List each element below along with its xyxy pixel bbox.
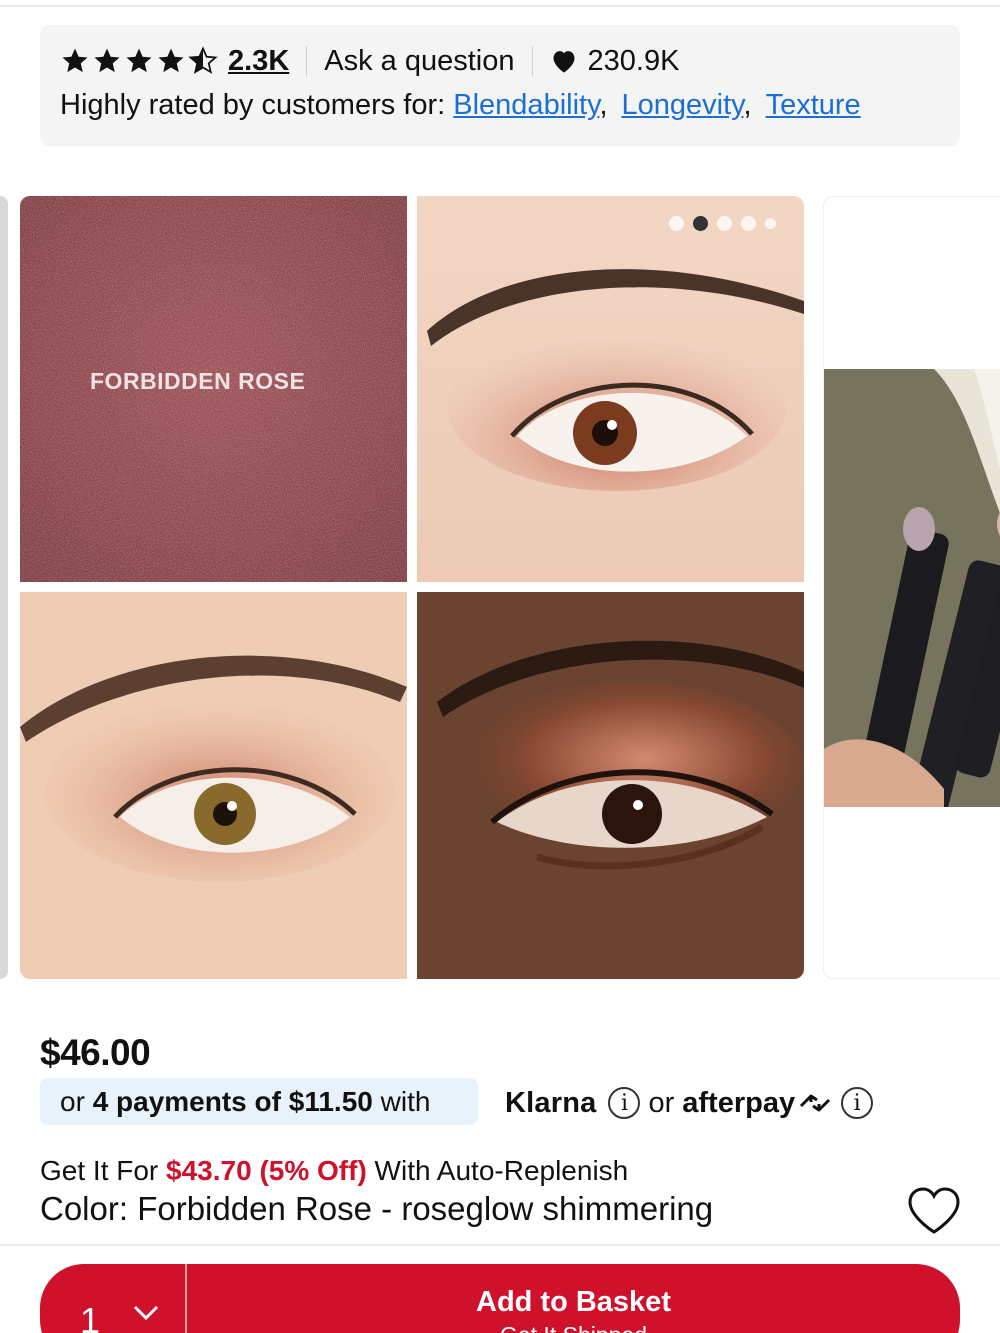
installment-suffix: with	[372, 1086, 431, 1117]
afterpay-logo: afterpay	[682, 1086, 796, 1119]
highly-rated-label: Highly rated by customers for:	[60, 89, 446, 121]
attribute-link-longevity[interactable]: Longevity	[622, 89, 744, 121]
replenish-prefix: Get It For	[40, 1155, 167, 1186]
product-sticks-image	[824, 369, 1000, 807]
pagination-dot-active[interactable]	[693, 216, 708, 231]
separator: ,	[743, 89, 752, 121]
installment-amount: 4 payments of $11.50	[92, 1086, 373, 1117]
next-slide-peek[interactable]	[823, 196, 1000, 979]
loves-count: 230.9K	[587, 44, 680, 77]
payment-options: Klarna i or afterpay i	[505, 1082, 881, 1124]
product-price: $46.00	[40, 1032, 151, 1073]
installment-prefix: or	[60, 1086, 93, 1117]
divider	[531, 46, 533, 76]
sticky-bar-divider	[0, 1244, 1000, 1246]
add-to-basket-button[interactable]: Add to Basket	[187, 1286, 960, 1319]
selected-color-label: Color: Forbidden Rose - roseglow shimmer…	[40, 1190, 714, 1227]
quantity-select[interactable]: 1	[40, 1264, 185, 1333]
auto-replenish-line[interactable]: Get It For $43.70 (5% Off) With Auto-Rep…	[40, 1155, 628, 1187]
separator: ,	[599, 89, 608, 121]
swatch-label: FORBIDDEN ROSE	[90, 368, 306, 394]
rating-row: 2.3K Ask a question 230.9K	[60, 41, 679, 81]
shipping-sublabel: Get It Shipped	[187, 1322, 960, 1333]
star-icon	[158, 48, 184, 73]
star-icon	[94, 48, 120, 73]
replenish-suffix: With Auto-Replenish	[366, 1155, 629, 1186]
chevron-down-icon	[133, 1305, 159, 1321]
product-image-slide[interactable]: FORBIDDEN ROSE	[20, 196, 804, 979]
previous-slide-peek[interactable]	[0, 196, 8, 979]
quantity-value: 1	[80, 1300, 101, 1333]
star-half-icon	[188, 46, 218, 74]
top-divider	[0, 5, 1000, 7]
ask-question-link[interactable]: Ask a question	[324, 45, 514, 78]
product-image-carousel[interactable]: FORBIDDEN ROSE	[0, 196, 1000, 979]
replenish-price: $43.70 (5% Off)	[166, 1155, 367, 1186]
eye-look-image	[417, 196, 804, 582]
eye-look-image	[417, 592, 804, 979]
pagination-dot[interactable]	[765, 218, 776, 229]
heart-outline-icon[interactable]	[906, 1186, 962, 1236]
divider	[306, 46, 308, 76]
heart-icon[interactable]	[550, 48, 578, 74]
carousel-pagination[interactable]	[669, 216, 776, 231]
afterpay-arrows-icon	[800, 1094, 831, 1112]
pagination-dot[interactable]	[669, 216, 684, 231]
klarna-logo: Klarna	[505, 1086, 597, 1119]
info-icon[interactable]: i	[608, 1087, 641, 1119]
highly-rated-row: Highly rated by customers for: Blendabil…	[60, 89, 861, 122]
star-icon	[126, 48, 152, 73]
info-icon[interactable]: i	[841, 1087, 874, 1119]
pagination-dot[interactable]	[741, 216, 756, 231]
add-to-basket-bar: 1 Add to Basket Get It Shipped	[40, 1264, 960, 1333]
installment-banner: or 4 payments of $11.50 with	[40, 1078, 478, 1125]
review-count-link[interactable]: 2.3K	[228, 45, 289, 78]
pagination-dot[interactable]	[717, 216, 732, 231]
star-icon	[62, 48, 88, 73]
rating-summary-card: 2.3K Ask a question 230.9K Highly rated …	[40, 25, 960, 146]
or-label: or	[648, 1086, 675, 1119]
star-rating[interactable]	[60, 46, 218, 76]
attribute-link-blendability[interactable]: Blendability	[453, 89, 599, 121]
eye-look-image	[20, 592, 407, 979]
attribute-link-texture[interactable]: Texture	[766, 89, 861, 121]
color-swatch-image: FORBIDDEN ROSE	[20, 196, 407, 582]
